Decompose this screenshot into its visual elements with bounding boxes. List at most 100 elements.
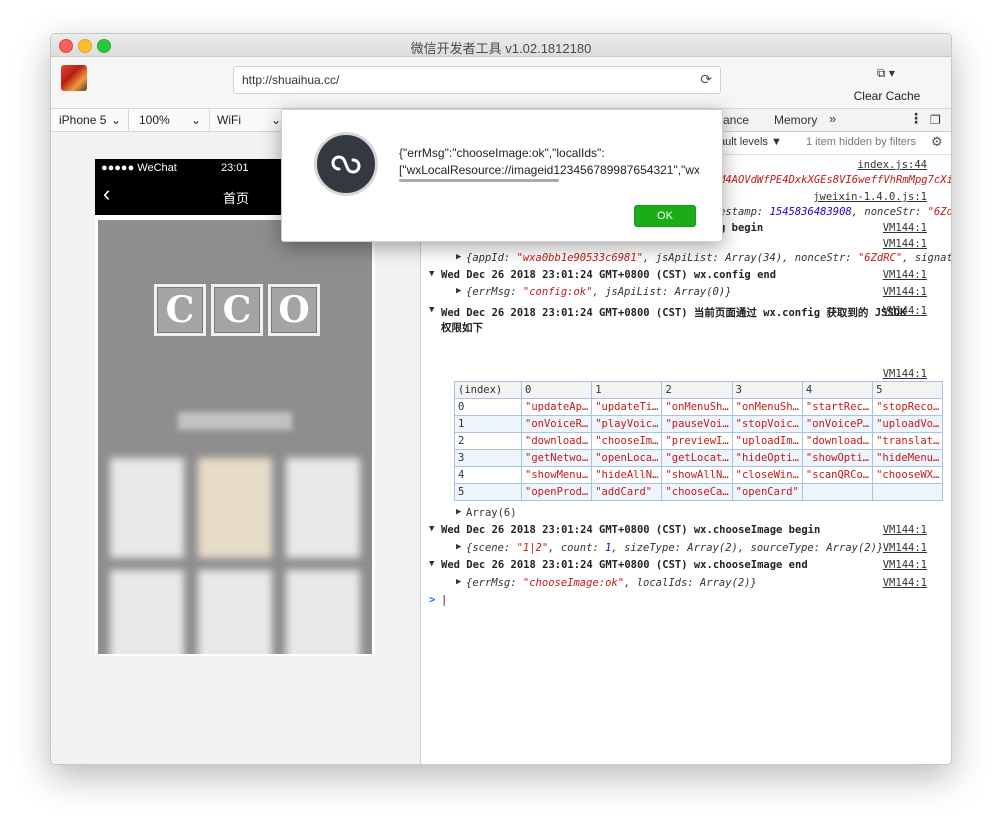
source-link[interactable]: VM144:1 (883, 305, 927, 317)
table-cell: "scanQRCo… (801, 466, 874, 484)
source-link[interactable]: VM144:1 (883, 238, 927, 250)
carrier-text: ●●●●● WeChat (101, 162, 177, 174)
log-text: , sizeType: Array(2), sourceType: Array(… (611, 542, 884, 554)
source-link[interactable]: VM144:1 (883, 222, 927, 234)
source-link[interactable]: VM144:1 (883, 269, 927, 281)
blurred-thumbnail[interactable] (286, 458, 360, 558)
log-text[interactable]: Array(6) (466, 507, 517, 519)
chevron-down-icon[interactable]: ⌄ (191, 113, 201, 127)
url-text[interactable]: http://shuaihua.cc/ (242, 73, 339, 87)
page-content: C C O (98, 220, 372, 654)
gear-icon[interactable]: ⚙ (931, 134, 943, 150)
table-cell (801, 483, 874, 501)
zoom-select[interactable]: 100% (139, 113, 170, 127)
table-row: 1 "onVoiceR… "playVoic… "pauseVoi… "stopVoic… (454, 415, 944, 433)
blurred-thumbnail[interactable] (110, 458, 184, 558)
table-row: 0 "updateAp… "updateTi… "onMenuSh… "onMenuSh… (454, 398, 944, 416)
collapse-arrow-icon[interactable]: ▼ (429, 305, 434, 315)
hidden-items-note: 1 item hidden by filters (806, 136, 917, 148)
source-link[interactable]: VM144:1 (883, 577, 927, 589)
device-select[interactable]: iPhone 5 (59, 113, 106, 127)
blurred-thumbnail[interactable] (198, 570, 272, 654)
log-text: , count: (548, 542, 606, 554)
table-cell (872, 483, 944, 501)
clock-text: 23:01 (221, 162, 249, 174)
blurred-thumbnail[interactable] (198, 458, 272, 558)
chevron-down-icon[interactable]: ⌄ (111, 113, 121, 127)
collapse-arrow-icon[interactable]: ▼ (429, 559, 434, 569)
table-cell: "uploadIm… (731, 432, 803, 450)
table-cell: "stopReco… (872, 398, 944, 416)
source-link[interactable]: index.js:44 (857, 159, 927, 171)
log-text: "6ZdRC" (927, 206, 951, 218)
log-text: 权限如下 (441, 322, 483, 334)
title-bar: 微信开发者工具 v1.02.1812180 (51, 34, 951, 57)
source-link[interactable]: VM144:1 (883, 286, 927, 298)
table-cell: 0 (454, 398, 522, 416)
table-header[interactable]: 2 (661, 381, 733, 399)
table-header[interactable]: 5 (872, 381, 944, 399)
table-header[interactable]: 4 (801, 381, 874, 399)
reload-icon[interactable]: ⟳ (700, 71, 712, 88)
table-cell: 5 (454, 483, 522, 501)
table-header[interactable]: 0 (520, 381, 593, 399)
table-cell: "showMenu… (520, 466, 593, 484)
miniprogram-link-icon (331, 155, 361, 174)
log-levels-select[interactable]: ault levels ▼ (719, 136, 782, 148)
log-text: Wed Dec 26 2018 23:01:24 GMT+0800 (CST) … (441, 559, 808, 571)
tab-memory[interactable]: Memory (774, 113, 817, 127)
log-text: 1545836483908 (769, 206, 852, 218)
console-line: 权限如下 (421, 318, 951, 335)
log-text: "chooseImage:ok" (522, 577, 625, 589)
table-header[interactable]: 3 (731, 381, 803, 399)
table-cell: "openLoca… (591, 449, 663, 467)
table-header[interactable]: (index) (454, 381, 522, 399)
expand-arrow-icon[interactable]: ▶ (456, 252, 461, 262)
expand-arrow-icon[interactable]: ▶ (456, 542, 461, 552)
network-select[interactable]: WiFi (217, 113, 241, 127)
table-cell: "addCard" (591, 483, 663, 501)
collapse-arrow-icon[interactable]: ▼ (429, 524, 434, 534)
nav-title: 首页 (223, 191, 250, 206)
console-prompt[interactable]: > | (421, 592, 951, 609)
ok-button[interactable]: OK (634, 205, 696, 227)
log-text: Wed Dec 26 2018 23:01:24 GMT+0800 (CST) … (441, 524, 821, 536)
kebab-menu-icon[interactable]: ⋮ (909, 110, 923, 127)
log-text: "6ZdRC" (857, 252, 903, 264)
console-line: ▶ Array(6) (421, 505, 951, 522)
table-cell: "getNetwo… (520, 449, 593, 467)
window-title: 微信开发者工具 v1.02.1812180 (410, 41, 592, 56)
source-link[interactable]: VM144:1 (883, 542, 927, 554)
source-link[interactable]: jweixin-1.4.0.js:1 (813, 191, 927, 203)
dock-icon[interactable]: ❐ (930, 113, 941, 127)
table-cell: "hideOpti… (731, 449, 803, 467)
horizontal-scrollbar[interactable] (399, 179, 559, 182)
layers-icon[interactable]: ⧉ ▾ (869, 66, 903, 84)
expand-arrow-icon[interactable]: ▶ (456, 577, 461, 587)
log-text: , jsApiList: Array(34), nonceStr: (643, 252, 858, 264)
more-tabs-button[interactable]: » (829, 111, 836, 126)
blurred-thumbnail[interactable] (286, 570, 360, 654)
log-text: , nonceStr: (851, 206, 928, 218)
expand-arrow-icon[interactable]: ▶ (456, 507, 461, 517)
expand-arrow-icon[interactable]: ▶ (456, 286, 461, 296)
table-header[interactable]: 1 (591, 381, 663, 399)
log-text: {errMsg: (466, 286, 523, 298)
table-cell: "updateAp… (520, 398, 593, 416)
user-avatar[interactable] (61, 65, 87, 91)
source-link[interactable]: VM144:1 (883, 524, 927, 536)
blurred-thumbnail[interactable] (110, 570, 184, 654)
collapse-arrow-icon[interactable]: ▼ (429, 269, 434, 279)
back-arrow-icon[interactable]: ‹ (103, 183, 110, 205)
url-bar[interactable]: http://shuaihua.cc/ ⟳ (233, 66, 721, 94)
console-line: ▶ {appId: "wxa0bb1e90533c6981", jsApiLis… (421, 250, 951, 267)
table-cell: "onVoiceR… (520, 415, 593, 433)
log-text: , signature: (902, 252, 951, 264)
console-line: ▼ Wed Dec 26 2018 23:01:24 GMT+0800 (CST… (421, 522, 951, 539)
chevron-down-icon[interactable]: ⌄ (271, 113, 281, 127)
clear-cache-button[interactable]: Clear Cache (851, 89, 923, 103)
source-link[interactable]: VM144:1 (883, 559, 927, 571)
table-cell: "updateTi… (591, 398, 663, 416)
source-link[interactable]: VM144:1 (883, 368, 927, 380)
table-cell: "chooseIm… (591, 432, 663, 450)
